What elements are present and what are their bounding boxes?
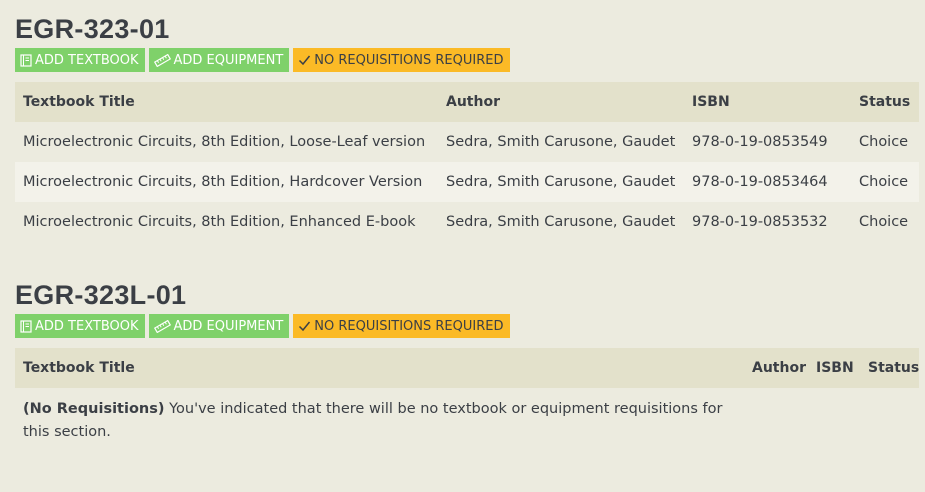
author-cell: Sedra, Smith Carusone, Gaudet: [438, 162, 684, 202]
column-header-isbn: ISBN: [684, 82, 851, 122]
table-row: Microelectronic Circuits, 8th Edition, H…: [15, 162, 919, 202]
column-header-isbn: ISBN: [808, 348, 860, 388]
column-header-author: Author: [438, 82, 684, 122]
course-section-egr-323l-01: EGR-323L-01 ADD TEXTBOOK ADD EQUIPMENT N…: [0, 242, 925, 460]
no-requisitions-row: (No Requisitions) You've indicated that …: [15, 388, 919, 460]
requisitions-table: Textbook Title Author ISBN Status (No Re…: [15, 348, 919, 460]
table-row: Microelectronic Circuits, 8th Edition, L…: [15, 122, 919, 162]
book-icon: [20, 319, 32, 333]
add-equipment-label: ADD EQUIPMENT: [173, 52, 284, 68]
isbn-cell: 978-0-19-0853549: [692, 134, 828, 150]
column-header-title: Textbook Title: [15, 82, 438, 122]
ruler-icon: [153, 319, 171, 333]
add-textbook-button[interactable]: ADD TEXTBOOK: [15, 48, 145, 72]
isbn-cell: 978-0-19-0853464: [684, 162, 851, 202]
add-textbook-button[interactable]: ADD TEXTBOOK: [15, 314, 145, 338]
table-header-row: Textbook Title Author ISBN Status: [15, 82, 919, 122]
column-header-status: Status: [851, 82, 919, 122]
status-cell: Choice: [859, 214, 909, 230]
textbook-title-cell: Microelectronic Circuits, 8th Edition, E…: [23, 214, 416, 230]
course-section-egr-323-01: EGR-323-01 ADD TEXTBOOK ADD EQUIPMENT NO…: [0, 0, 925, 242]
check-icon: [298, 54, 311, 66]
section-actions: ADD TEXTBOOK ADD EQUIPMENT NO REQUISITIO…: [15, 314, 919, 338]
author-cell: Sedra, Smith Carusone, Gaudet: [446, 134, 676, 150]
section-title: EGR-323L-01: [15, 280, 187, 310]
column-header-status: Status: [860, 348, 919, 388]
column-header-author: Author: [744, 348, 808, 388]
requisitions-table: Textbook Title Author ISBN Status Microe…: [15, 82, 919, 242]
check-icon: [298, 320, 311, 332]
no-requisitions-label: NO REQUISITIONS REQUIRED: [314, 318, 504, 334]
ruler-icon: [153, 53, 171, 67]
add-equipment-button[interactable]: ADD EQUIPMENT: [148, 314, 290, 338]
isbn-cell: 978-0-19-0853532: [692, 214, 828, 230]
status-cell: Choice: [851, 162, 919, 202]
no-requisitions-message: (No Requisitions) You've indicated that …: [15, 388, 744, 460]
no-requisitions-required-button[interactable]: NO REQUISITIONS REQUIRED: [293, 314, 510, 338]
table-header-row: Textbook Title Author ISBN Status: [15, 348, 919, 388]
column-header-title: Textbook Title: [15, 348, 744, 388]
no-requisitions-note-bold: (No Requisitions): [23, 401, 165, 417]
no-requisitions-label: NO REQUISITIONS REQUIRED: [314, 52, 504, 68]
add-equipment-label: ADD EQUIPMENT: [173, 318, 284, 334]
textbook-title-cell: Microelectronic Circuits, 8th Edition, L…: [23, 134, 426, 150]
no-requisitions-required-button[interactable]: NO REQUISITIONS REQUIRED: [293, 48, 510, 72]
section-actions: ADD TEXTBOOK ADD EQUIPMENT NO REQUISITIO…: [15, 48, 919, 72]
author-cell: Sedra, Smith Carusone, Gaudet: [446, 214, 676, 230]
textbook-title-cell: Microelectronic Circuits, 8th Edition, H…: [15, 162, 438, 202]
add-textbook-label: ADD TEXTBOOK: [35, 52, 139, 68]
status-cell: Choice: [859, 134, 909, 150]
book-icon: [20, 53, 32, 67]
section-title: EGR-323-01: [15, 14, 170, 44]
add-equipment-button[interactable]: ADD EQUIPMENT: [148, 48, 290, 72]
table-row: Microelectronic Circuits, 8th Edition, E…: [15, 202, 919, 242]
add-textbook-label: ADD TEXTBOOK: [35, 318, 139, 334]
